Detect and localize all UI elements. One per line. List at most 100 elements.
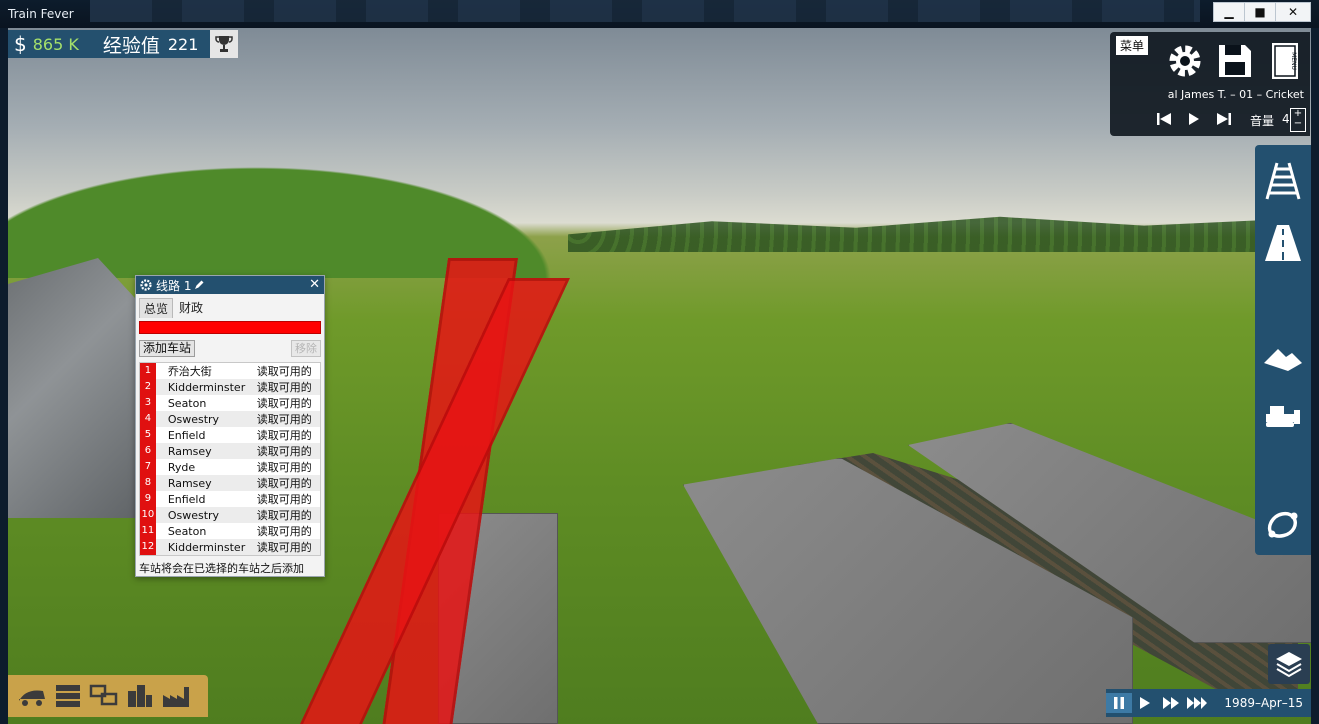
station-status: 读取可用的	[256, 429, 312, 442]
tab-overview[interactable]: 总览	[139, 298, 174, 318]
cities-button[interactable]	[122, 680, 158, 712]
road-icon	[1265, 225, 1301, 261]
line-title: 线路 1	[156, 278, 192, 293]
maximize-button[interactable]: ■	[1244, 2, 1276, 22]
volume-value: 4	[1282, 112, 1290, 126]
station-name: Ramsey	[167, 476, 212, 490]
xp-label: 经验值	[102, 34, 160, 57]
station-status: 读取可用的	[256, 445, 312, 458]
depots-button[interactable]	[50, 680, 86, 712]
list-item[interactable]: 1 乔治大街 读取可用的	[140, 363, 320, 379]
close-window-button[interactable]: ✕	[1275, 2, 1311, 22]
build-rail-button[interactable]	[1255, 153, 1311, 209]
taskbar-strip	[90, 0, 1200, 22]
station-status: 读取可用的	[256, 525, 312, 538]
station-name: 乔治大街	[167, 365, 212, 378]
volume-down-button[interactable]: −	[1291, 119, 1305, 129]
terrain-icon	[1264, 349, 1302, 371]
tab-finance[interactable]: 财政	[175, 298, 207, 318]
menu-book-icon: MENU	[1272, 43, 1298, 79]
play-icon	[1140, 697, 1150, 709]
list-item[interactable]: 3 Seaton 读取可用的	[140, 395, 320, 411]
dialog-header[interactable]: 线路 1 ✕	[136, 276, 324, 294]
remove-station-button[interactable]: 移除	[291, 340, 321, 357]
vehicles-button[interactable]	[14, 680, 50, 712]
list-item[interactable]: 7 Ryde 读取可用的	[140, 459, 320, 475]
xp-value: 221	[167, 34, 199, 54]
lines-button[interactable]	[1255, 497, 1311, 553]
layers-icon	[1276, 652, 1302, 678]
station-number: 12	[140, 539, 156, 555]
next-track-button[interactable]	[1210, 110, 1238, 128]
settings-button[interactable]	[1162, 40, 1208, 82]
dialog-close-button[interactable]: ✕	[309, 277, 320, 292]
pause-button[interactable]	[1106, 693, 1132, 713]
info-toolbar	[8, 675, 208, 717]
trophy-button[interactable]	[210, 30, 238, 58]
game-menu-button[interactable]: MENU	[1262, 40, 1308, 82]
window-title: Train Fever	[8, 7, 74, 21]
time-control-bar: 1989–Apr–15	[1106, 689, 1311, 717]
window-controls: ▁ ■ ✕	[1213, 2, 1311, 22]
station-status: 读取可用的	[256, 541, 312, 554]
list-item[interactable]: 5 Enfield 读取可用的	[140, 427, 320, 443]
build-sidebar	[1255, 145, 1311, 555]
build-road-button[interactable]	[1255, 215, 1311, 271]
rail-track-icon	[1265, 162, 1301, 200]
station-name: Oswestry	[167, 508, 220, 522]
add-station-button[interactable]: 添加车站	[139, 340, 196, 357]
fastest-speed-button[interactable]	[1184, 693, 1210, 713]
previous-track-button[interactable]	[1150, 110, 1178, 128]
volume-stepper[interactable]: + −	[1290, 108, 1306, 132]
station-number: 4	[140, 411, 156, 427]
list-item[interactable]: 11 Seaton 读取可用的	[140, 523, 320, 539]
menu-label: 菜单	[1116, 36, 1149, 55]
list-item[interactable]: 4 Oswestry 读取可用的	[140, 411, 320, 427]
station-number: 10	[140, 507, 156, 523]
layers-button[interactable]	[1268, 644, 1310, 684]
dialog-tabs: 总览 财政	[139, 298, 324, 318]
vehicle-icon	[19, 690, 45, 706]
play-music-button[interactable]	[1180, 110, 1208, 128]
dialog-gear-icon	[140, 279, 152, 291]
station-name: Enfield	[167, 428, 206, 442]
station-status: 读取可用的	[256, 381, 312, 394]
list-item[interactable]: 6 Ramsey 读取可用的	[140, 443, 320, 459]
currency-symbol: $	[14, 32, 27, 56]
minimize-button[interactable]: ▁	[1213, 2, 1245, 22]
station-status: 读取可用的	[256, 477, 312, 490]
line-dialog: 线路 1 ✕ 总览 财政 添加车站 移除 1 乔治大街 读取可用的 2 Kidderm…	[135, 275, 325, 577]
window-titlebar: Train Fever ▁ ■ ✕	[0, 0, 1319, 28]
industry-icon	[163, 687, 189, 707]
save-button[interactable]	[1212, 40, 1258, 82]
terrain-button[interactable]	[1255, 330, 1311, 386]
fast-speed-button[interactable]	[1158, 693, 1184, 713]
play-icon	[1189, 113, 1199, 125]
list-item[interactable]: 2 Kidderminster 读取可用的	[140, 379, 320, 395]
station-name: Seaton	[167, 524, 207, 538]
bulldoze-button[interactable]	[1255, 387, 1311, 443]
station-number: 2	[140, 379, 156, 395]
pencil-icon	[195, 280, 204, 289]
list-item[interactable]: 12 Kidderminster 读取可用的	[140, 539, 320, 555]
station-status: 读取可用的	[256, 397, 312, 410]
volume-label: 音量	[1250, 114, 1275, 128]
rename-button[interactable]	[194, 280, 204, 290]
list-item[interactable]: 8 Ramsey 读取可用的	[140, 475, 320, 491]
station-number: 8	[140, 475, 156, 491]
list-item[interactable]: 9 Enfield 读取可用的	[140, 491, 320, 507]
station-list: 1 乔治大街 读取可用的 2 Kidderminster 读取可用的 3 Seaton 读取…	[139, 362, 321, 556]
game-date: 1989–Apr–15	[1224, 696, 1303, 710]
list-item[interactable]: 10 Oswestry 读取可用的	[140, 507, 320, 523]
station-name: Oswestry	[167, 412, 220, 426]
treeline	[568, 216, 1288, 252]
window-frame-left	[0, 28, 8, 724]
station-number: 9	[140, 491, 156, 507]
station-number: 7	[140, 459, 156, 475]
station-status: 读取可用的	[256, 413, 312, 426]
messages-button[interactable]	[86, 680, 122, 712]
menu-book-text: MENU	[1290, 52, 1297, 70]
line-color-bar[interactable]	[139, 321, 321, 334]
normal-speed-button[interactable]	[1132, 693, 1158, 713]
industries-button[interactable]	[158, 680, 194, 712]
